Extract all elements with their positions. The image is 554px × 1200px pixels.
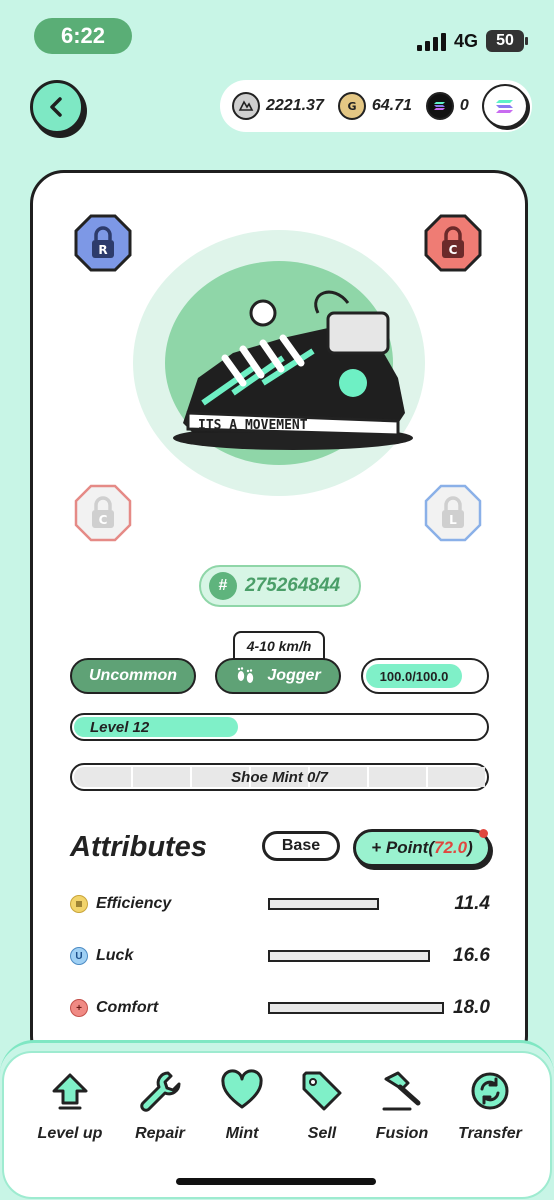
footprints-icon [238, 667, 254, 683]
luck-icon: U [70, 947, 88, 965]
sell-button[interactable]: Sell [280, 1069, 364, 1143]
status-time: 6:22 [34, 18, 132, 54]
mint-count-label: Shoe Mint 0/7 [231, 768, 328, 786]
chevron-left-icon [50, 97, 62, 117]
add-point-button[interactable]: + Point(72.0) [353, 829, 491, 867]
sneaker-image: ITS A MOVEMENT [173, 290, 413, 450]
gst-coin-icon [232, 92, 260, 120]
lock-icon: L [424, 484, 482, 542]
heart-icon [221, 1069, 263, 1109]
mint-label: Mint [225, 1125, 259, 1142]
attribute-name: Comfort [96, 999, 159, 1016]
gem-slot-bottom-left[interactable]: C [73, 483, 133, 543]
gem-slot-label: C [99, 513, 108, 527]
shoe-type-badge: Jogger [215, 658, 341, 694]
attribute-value: 16.6 [453, 945, 490, 966]
attribute-bar-track [268, 1002, 444, 1014]
attribute-value: 11.4 [454, 893, 490, 914]
gmt-coin-icon: G [337, 92, 366, 120]
durability-bar: 100.0/100.0 [361, 658, 489, 694]
repair-button[interactable]: Repair [118, 1069, 202, 1143]
gem-slot-label: R [98, 243, 107, 257]
attribute-bar [268, 898, 380, 910]
action-toolbar-panel: Level up Repair Mint Sell Fusion Transfe… [2, 1051, 552, 1199]
point-value: 72.0 [434, 838, 468, 857]
level-up-label: Level up [37, 1125, 103, 1142]
attributes-heading: Attributes [70, 831, 207, 863]
attribute-bar [268, 950, 431, 962]
gem-slot-label: L [449, 513, 457, 527]
back-button[interactable] [30, 80, 84, 134]
efficiency-icon [70, 895, 88, 913]
attribute-row-efficiency: Efficiency 11.4 [70, 889, 490, 919]
fusion-label: Fusion [375, 1125, 429, 1142]
gem-slot-label: C [449, 243, 458, 257]
sol-balance: 0 [459, 97, 469, 114]
hammer-icon [382, 1071, 421, 1111]
solana-icon [496, 100, 513, 113]
sol-coin-icon [425, 92, 454, 120]
network-type: 4G [453, 30, 478, 51]
comfort-icon: + [70, 999, 88, 1017]
attribute-value: 18.0 [453, 997, 490, 1018]
chain-switch-button[interactable] [482, 84, 528, 128]
sneaker-art-text: ITS A MOVEMENT [198, 418, 308, 433]
level-up-button[interactable]: Level up [28, 1069, 112, 1143]
gem-slot-top-right[interactable]: C [423, 213, 483, 273]
base-toggle-button[interactable]: Base [262, 831, 340, 861]
arrow-up-icon [52, 1073, 88, 1110]
refresh-icon [471, 1072, 509, 1110]
signal-icon [416, 31, 446, 51]
wrench-icon [140, 1071, 181, 1112]
action-toolbar: Level up Repair Mint Sell Fusion Transfe… [0, 1040, 554, 1200]
battery-icon: 50 [486, 30, 528, 52]
level-progress-bar: Level 12 [70, 713, 489, 741]
home-indicator[interactable] [176, 1178, 376, 1185]
shoe-id-badge: # 275264844 [199, 565, 361, 607]
lock-icon: R [74, 214, 132, 272]
shoe-id: 275264844 [245, 575, 341, 596]
status-indicators: 4G 50 [416, 30, 528, 52]
transfer-label: Transfer [458, 1125, 522, 1142]
fusion-button[interactable]: Fusion [360, 1069, 444, 1143]
svg-text:G: G [347, 100, 356, 113]
attribute-bar-track [268, 950, 444, 962]
sneaker-detail-card: R C C L ITS A MOVEMENT # 275264844 4-10 … [30, 170, 528, 1070]
hash-icon: # [209, 572, 237, 600]
durability-value: 100.0/100.0 [366, 664, 462, 688]
attribute-row-luck: U Luck 16.6 [70, 941, 490, 971]
transfer-button[interactable]: Transfer [448, 1069, 532, 1143]
price-tag-icon [302, 1071, 342, 1111]
attribute-name: Efficiency [96, 895, 172, 912]
point-suffix: ) [467, 838, 473, 857]
gem-slot-top-left[interactable]: R [73, 213, 133, 273]
mint-progress-bar: Shoe Mint 0/7 [70, 763, 489, 791]
gmt-balance: 64.71 [371, 97, 412, 114]
level-label: Level 12 [74, 717, 239, 737]
wallet-balance-bar: 2221.37 G 64.71 0 [220, 80, 532, 132]
attribute-bar [268, 1002, 444, 1014]
speed-range: 4-10 km/h [233, 631, 325, 659]
sell-label: Sell [307, 1125, 337, 1142]
lock-icon: C [74, 484, 132, 542]
rarity-badge: Uncommon [70, 658, 196, 694]
point-prefix: + Point( [371, 838, 435, 857]
gem-slot-bottom-right[interactable]: L [423, 483, 483, 543]
attribute-name: Luck [96, 947, 134, 964]
notification-dot [479, 829, 488, 838]
lock-icon: C [424, 214, 482, 272]
mint-button[interactable]: Mint [200, 1069, 284, 1143]
gst-balance: 2221.37 [266, 97, 324, 114]
attribute-row-comfort: + Comfort 18.0 [70, 993, 490, 1023]
shoe-type-label: Jogger [267, 667, 321, 684]
repair-label: Repair [135, 1125, 185, 1142]
attribute-bar-track [268, 898, 444, 910]
